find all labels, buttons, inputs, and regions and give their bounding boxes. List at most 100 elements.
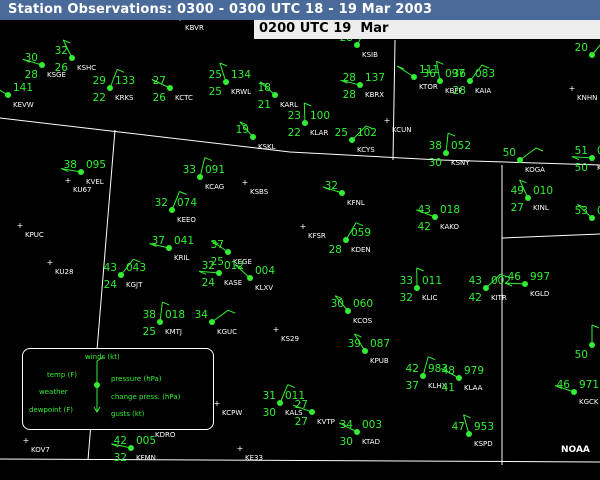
temperature-label: 32 — [325, 180, 338, 192]
dewpoint-label: 27 — [511, 202, 524, 214]
pressure-label: 060 — [353, 298, 373, 310]
temperature-label: 28 — [343, 72, 356, 84]
temperature-label: 29 — [93, 75, 106, 87]
border-kansas-nebraska — [501, 233, 600, 239]
temperature-label: 46 — [508, 271, 522, 283]
station-plus-marker: + — [23, 436, 30, 445]
station-id-label: KDEN — [351, 246, 371, 254]
temperature-label: 33 — [183, 164, 196, 176]
pressure-label: 003 — [362, 419, 382, 431]
station-id-label: KRWL — [231, 88, 251, 96]
dewpoint-label: 25 — [209, 86, 222, 98]
pressure-label: 133 — [115, 75, 135, 87]
dewpoint-label: 26 — [153, 92, 167, 104]
wind-barb-flag — [447, 132, 456, 137]
temperature-label: 47 — [452, 421, 465, 433]
station-observations-map: 141KEVW3028KSGE3226KSHC2922133KRKS+KBVR2… — [0, 0, 600, 480]
dewpoint-label: 25 — [143, 326, 156, 338]
station-id-label: KSIB — [362, 51, 378, 59]
pressure-label: 005 — [136, 435, 156, 447]
border-nebraska-panhandle — [392, 39, 396, 161]
station-id-label: KFSR — [308, 232, 326, 240]
dewpoint-label: 28 — [343, 89, 356, 101]
pressure-label: 141 — [13, 82, 33, 94]
station-id-label: KFMN — [136, 454, 156, 462]
temperature-label: 25 — [209, 69, 222, 81]
temperature-label: 43 — [418, 204, 431, 216]
temperature-label: 36 — [423, 68, 437, 80]
wind-barb-staff — [519, 147, 537, 161]
station-plus-marker: + — [17, 221, 24, 230]
station-id-label: KAKO — [440, 223, 459, 231]
temperature-label: 18 — [258, 82, 271, 94]
station-id-label: KDRO — [155, 431, 176, 439]
dewpoint-label: 42 — [469, 292, 482, 304]
pressure-label: 004 — [255, 265, 275, 277]
station-plus-marker: + — [273, 325, 280, 334]
station-id-label: KPUB — [370, 357, 389, 365]
dewpoint-label: 26 — [55, 62, 69, 74]
pressure-label: 134 — [231, 69, 251, 81]
pressure-label: 102 — [357, 127, 377, 139]
station-plus-marker: + — [384, 116, 391, 125]
wind-barb-staff — [211, 309, 229, 323]
station-id-label: KSHC — [77, 64, 96, 72]
dewpoint-label: 22 — [93, 92, 106, 104]
pressure-label: 979 — [464, 365, 484, 377]
station-id-label: KFNL — [347, 199, 365, 207]
pressure-label: 059 — [351, 227, 371, 239]
temperature-label: 27 — [295, 399, 308, 411]
station-id-label: KSBS — [250, 188, 269, 196]
station-id-label: KASE — [224, 279, 242, 287]
legend-temp-label: temp (F) — [47, 371, 78, 379]
dewpoint-label: 37 — [406, 380, 419, 392]
dewpoint-label: 42 — [418, 221, 431, 233]
map-title: Station Observations: 0300 - 0300 UTC 18… — [8, 2, 433, 17]
wind-barb-flag — [355, 222, 364, 227]
station-id-label: KINL — [533, 204, 549, 212]
pressure-label: 074 — [177, 197, 197, 209]
station-id-label: KBRX — [365, 91, 384, 99]
temperature-label: 32 — [202, 260, 215, 272]
station-id-label: KITR — [491, 294, 507, 302]
station-id-label: KLAA — [464, 384, 483, 392]
pressure-label: 137 — [365, 72, 385, 84]
observation-time-label: 0200 UTC 19 Mar — [259, 21, 389, 36]
station-id-label: KLAR — [310, 129, 328, 137]
station-id-label: KS29 — [281, 335, 299, 343]
temperature-label: 46 — [557, 379, 571, 391]
pressure-label: 018 — [165, 309, 185, 321]
temperature-label: 38 — [64, 159, 77, 171]
temperature-label: 38 — [143, 309, 156, 321]
dewpoint-label: 27 — [295, 416, 308, 428]
station-id-label: KVTP — [317, 418, 335, 426]
wind-barb-flag — [591, 324, 600, 329]
station-id-label: KGJT — [126, 281, 143, 289]
station-model-legend: winds (kt) temp (F) weather dewpoint (F)… — [22, 348, 214, 430]
pressure-label: 052 — [451, 140, 471, 152]
station-id-label: KGUC — [217, 328, 237, 336]
station-plus-marker: + — [65, 176, 72, 185]
station-id-label: KGLD — [530, 290, 549, 298]
pressure-label: 100 — [310, 110, 330, 122]
temperature-label: 50 — [503, 147, 516, 159]
dewpoint-label: 32 — [400, 292, 413, 304]
station-id-label: KTAD — [362, 438, 380, 446]
dewpoint-label: 22 — [288, 127, 301, 139]
temperature-label: 49 — [511, 185, 524, 197]
station-id-label: KBVR — [185, 24, 204, 32]
station-id-label: KU67 — [73, 186, 91, 194]
dewpoint-label: 24 — [202, 277, 216, 289]
dewpoint-label: 32 — [114, 452, 127, 464]
pressure-label: 083 — [475, 68, 495, 80]
temperature-label: 25 — [335, 127, 348, 139]
wind-barb-flag — [162, 301, 170, 306]
wind-barb-flag — [304, 102, 312, 107]
station-plus-marker: + — [300, 222, 307, 231]
legend-winds-label: winds (kt) — [85, 353, 120, 361]
time-label-box: 0200 UTC 19 Mar — [254, 20, 600, 39]
wind-barb-flag — [287, 384, 295, 389]
station-id-label: KARL — [280, 101, 298, 109]
station-id-label: KEEO — [177, 216, 196, 224]
temperature-label: 31 — [263, 390, 276, 402]
